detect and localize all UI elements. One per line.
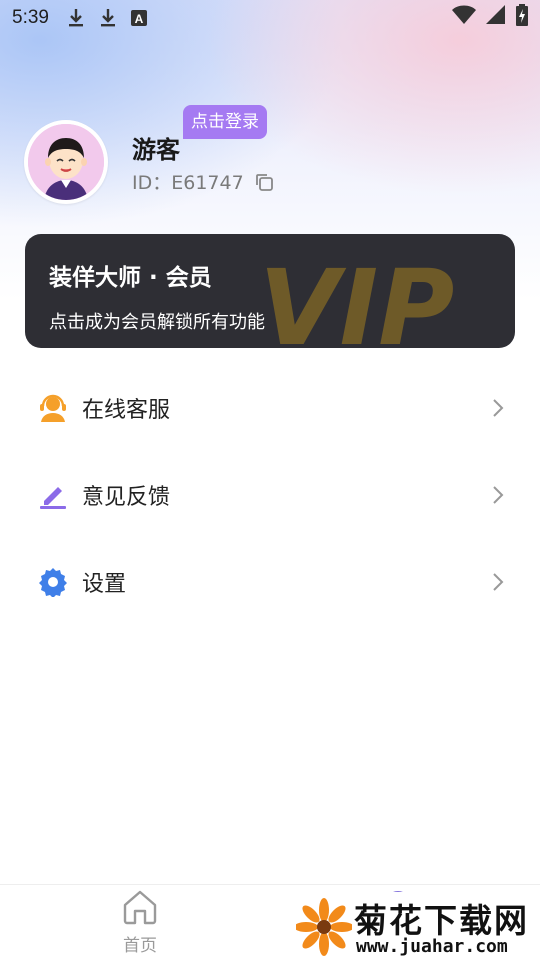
edit-icon — [38, 480, 68, 510]
battery-icon — [516, 4, 528, 32]
chevron-right-icon — [492, 398, 504, 418]
menu-item-customer-service[interactable]: 在线客服 — [0, 364, 540, 451]
chevron-right-icon — [492, 485, 504, 505]
vip-subtitle: 点击成为会员解锁所有功能 — [49, 312, 265, 333]
signal-icon — [486, 5, 506, 31]
chevron-right-icon — [492, 572, 504, 592]
vip-logo: VIP — [255, 247, 515, 348]
menu-label: 在线客服 — [82, 397, 171, 423]
tab-home-label: 首页 — [123, 936, 157, 956]
download-icon — [67, 8, 85, 28]
menu-list: 在线客服 意见反馈 设置 — [0, 364, 540, 625]
watermark-text: 菊花下载网 — [354, 901, 529, 940]
status-time: 5:39 — [12, 7, 49, 28]
a-icon: A — [130, 10, 147, 26]
home-icon — [121, 890, 159, 929]
download-icon — [99, 8, 117, 28]
svg-text:A: A — [135, 12, 144, 26]
menu-label: 意见反馈 — [82, 484, 171, 510]
vip-title: 装佯大师 · 会员 — [49, 265, 212, 291]
vip-logo-text: VIP — [259, 254, 454, 348]
flower-icon — [294, 898, 354, 960]
watermark: 菊花下载网 www.juahar.com — [294, 892, 540, 960]
username: 游客 — [132, 136, 180, 164]
status-bar: 5:39 A — [0, 0, 540, 36]
user-id: ID：E61747 — [132, 168, 274, 195]
gear-icon — [38, 567, 68, 597]
avatar[interactable] — [24, 120, 108, 204]
menu-label: 设置 — [82, 571, 127, 597]
headset-icon — [38, 393, 68, 423]
menu-item-settings[interactable]: 设置 — [0, 538, 540, 625]
wifi-icon — [452, 5, 476, 31]
login-button[interactable]: 点击登录 — [183, 105, 267, 139]
vip-card[interactable]: VIP 装佯大师 · 会员 点击成为会员解锁所有功能 — [25, 234, 515, 348]
copy-icon[interactable] — [254, 172, 274, 192]
tab-home[interactable]: 首页 — [100, 889, 180, 956]
watermark-url: www.juahar.com — [356, 936, 508, 957]
user-id-text: ID：E61747 — [132, 172, 244, 194]
menu-item-feedback[interactable]: 意见反馈 — [0, 451, 540, 538]
